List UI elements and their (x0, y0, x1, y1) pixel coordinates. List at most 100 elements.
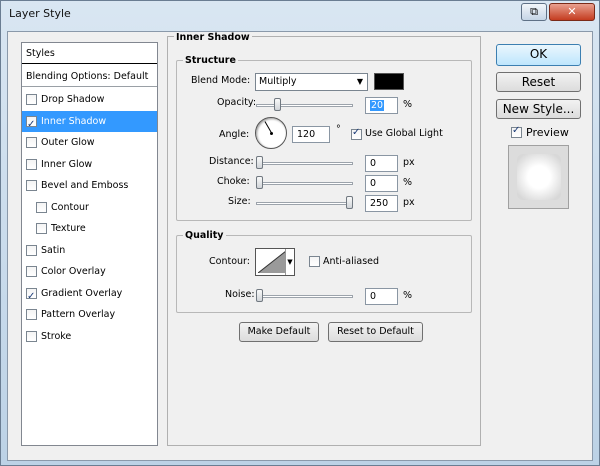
choke-value: 0 (370, 178, 377, 189)
restore-button[interactable]: ⧉ (521, 3, 547, 21)
style-item-checkbox[interactable] (26, 180, 37, 191)
style-item-pattern-overlay[interactable]: Pattern Overlay (22, 304, 157, 325)
style-item-outer-glow[interactable]: Outer Glow (22, 132, 157, 153)
reset-button[interactable]: Reset (496, 72, 581, 92)
style-item-contour[interactable]: Contour (22, 197, 157, 218)
style-item-label: Gradient Overlay (41, 287, 123, 299)
structure-group: Structure Blend Mode: Multiply ▼ Opacity… (176, 55, 472, 221)
choke-slider-track (256, 182, 353, 185)
style-item-label: Outer Glow (41, 137, 95, 148)
make-default-button[interactable]: Make Default (239, 322, 319, 342)
style-item-bevel-and-emboss[interactable]: Bevel and Emboss (22, 175, 157, 196)
size-slider[interactable] (256, 196, 353, 210)
angle-dial-hub (270, 132, 273, 135)
style-item-label: Drop Shadow (41, 94, 105, 105)
quality-title: Quality (183, 230, 226, 241)
style-item-checkbox[interactable] (36, 223, 47, 234)
size-value: 250 (370, 198, 389, 209)
noise-slider-track (256, 295, 353, 298)
use-global-light-label[interactable]: Use Global Light (365, 128, 443, 139)
style-preview-thumbnail (508, 145, 569, 209)
style-item-checkbox[interactable] (26, 330, 37, 342)
style-item-checkbox[interactable] (26, 158, 37, 170)
style-item-inner-shadow[interactable]: Inner Shadow (22, 110, 157, 135)
size-field[interactable]: 250 (365, 195, 398, 212)
noise-unit: % (403, 290, 413, 301)
shadow-color-swatch[interactable] (374, 73, 404, 90)
style-item-checkbox[interactable] (26, 137, 37, 148)
noise-field[interactable]: 0 (365, 288, 398, 305)
choke-slider-thumb[interactable] (256, 176, 263, 189)
style-item-stroke[interactable]: Stroke (22, 326, 157, 347)
style-item-inner-glow[interactable]: Inner Glow (22, 154, 157, 175)
distance-slider[interactable] (256, 156, 353, 170)
angle-unit: ° (336, 124, 341, 135)
distance-slider-track (256, 162, 353, 165)
choke-label: Choke: (217, 176, 250, 187)
contour-label: Contour: (209, 256, 250, 267)
use-global-light-checkbox[interactable] (351, 127, 362, 140)
opacity-field[interactable]: 20 (365, 97, 398, 114)
ok-button[interactable]: OK (496, 44, 581, 66)
style-item-label: Inner Shadow (41, 115, 107, 127)
style-item-color-overlay[interactable]: Color Overlay (22, 261, 157, 282)
noise-slider-thumb[interactable] (256, 289, 263, 302)
angle-field[interactable]: 120 (292, 126, 330, 143)
angle-dial[interactable] (255, 117, 287, 149)
style-item-drop-shadow[interactable]: Drop Shadow (22, 89, 157, 110)
new-style-button[interactable]: New Style... (496, 99, 581, 119)
opacity-unit: % (403, 99, 413, 110)
style-item-checkbox[interactable] (26, 94, 37, 105)
style-item-checkbox[interactable] (36, 201, 47, 213)
anti-aliased-checkbox[interactable] (309, 256, 320, 267)
title-bar: Layer Style ⧉ ✕ (1, 1, 599, 27)
close-button[interactable]: ✕ (549, 3, 595, 21)
style-item-checkbox[interactable] (26, 309, 37, 320)
style-item-gradient-overlay[interactable]: Gradient Overlay (22, 283, 157, 307)
distance-field[interactable]: 0 (365, 155, 398, 172)
preview-swatch (517, 154, 561, 200)
style-item-satin[interactable]: Satin (22, 240, 157, 261)
preview-checkbox[interactable] (511, 125, 522, 138)
style-item-texture[interactable]: Texture (22, 218, 157, 239)
style-item-checkbox[interactable] (26, 266, 37, 277)
choke-slider[interactable] (256, 176, 353, 190)
style-item-label: Color Overlay (41, 266, 106, 277)
style-item-checkbox[interactable] (26, 286, 37, 307)
distance-label: Distance: (209, 156, 254, 167)
style-item-label: Stroke (41, 330, 72, 342)
size-unit: px (403, 197, 415, 208)
inner-shadow-panel: Inner Shadow Structure Blend Mode: Multi… (167, 32, 481, 446)
style-item-label: Inner Glow (41, 158, 93, 170)
blend-mode-select[interactable]: Multiply ▼ (255, 73, 368, 91)
quality-group: Quality Contour: ▼ Anti-aliased Noise: 0 (176, 230, 472, 313)
chevron-down-icon[interactable]: ▼ (285, 249, 294, 275)
blending-options-item[interactable]: Blending Options: Default (22, 66, 157, 87)
style-item-label: Bevel and Emboss (41, 180, 129, 191)
opacity-slider-track (256, 104, 353, 107)
angle-label: Angle: (219, 129, 250, 140)
dialog-body: Styles Blending Options: Default Drop Sh… (7, 31, 593, 461)
angle-value: 120 (297, 129, 316, 140)
style-item-checkbox[interactable] (26, 244, 37, 256)
style-item-label: Contour (51, 201, 89, 213)
reset-to-default-button[interactable]: Reset to Default (328, 322, 423, 342)
opacity-slider[interactable] (256, 98, 353, 112)
noise-slider[interactable] (256, 289, 353, 303)
size-slider-track (256, 202, 353, 205)
blend-mode-label: Blend Mode: (191, 75, 251, 86)
anti-aliased-label[interactable]: Anti-aliased (323, 256, 379, 267)
choke-field[interactable]: 0 (365, 175, 398, 192)
contour-curve-icon (258, 251, 286, 273)
preview-label[interactable]: Preview (526, 126, 569, 139)
style-item-label: Texture (51, 223, 86, 234)
style-item-checkbox[interactable] (26, 114, 37, 135)
restore-icon: ⧉ (530, 5, 538, 18)
size-slider-thumb[interactable] (346, 196, 353, 209)
opacity-label: Opacity: (217, 97, 257, 108)
contour-picker[interactable]: ▼ (255, 248, 295, 276)
distance-slider-thumb[interactable] (256, 156, 263, 169)
choke-unit: % (403, 177, 413, 188)
styles-header[interactable]: Styles (22, 43, 157, 64)
opacity-slider-thumb[interactable] (274, 98, 281, 111)
